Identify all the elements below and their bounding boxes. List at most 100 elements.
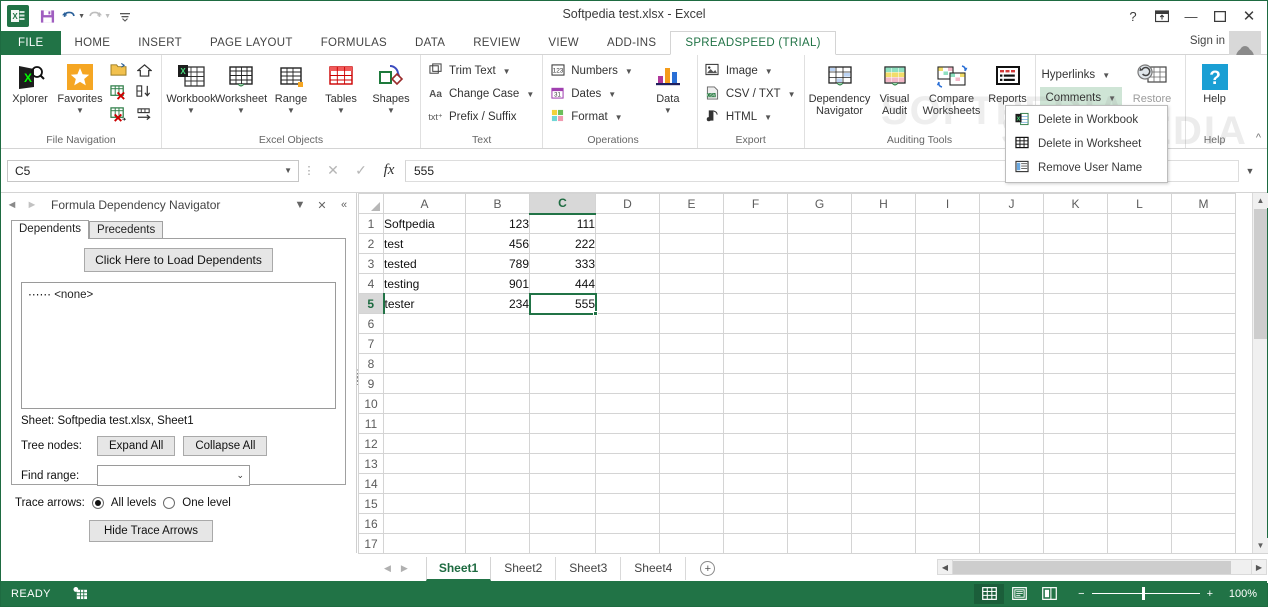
cell-K3[interactable] (1043, 253, 1108, 274)
cell-G17[interactable] (787, 533, 852, 553)
cell-G12[interactable] (787, 433, 852, 454)
cell-F15[interactable] (723, 493, 788, 514)
cell-M13[interactable] (1171, 453, 1236, 474)
cell-I7[interactable] (915, 333, 980, 354)
help-button[interactable]: ? Help (1190, 58, 1240, 108)
cell-H7[interactable] (851, 333, 916, 354)
row-header-12[interactable]: 12 (358, 433, 384, 454)
cell-E9[interactable] (659, 373, 724, 394)
favorites-button[interactable]: Favorites ▼ (55, 58, 105, 117)
tab-precedents[interactable]: Precedents (89, 221, 164, 239)
cell-L5[interactable] (1107, 293, 1172, 314)
column-header-A[interactable]: A (383, 193, 466, 214)
cell-E5[interactable] (659, 293, 724, 314)
numbers-button[interactable]: 123 Numbers ▼ (547, 60, 637, 82)
cell-D16[interactable] (595, 513, 660, 534)
cell-D11[interactable] (595, 413, 660, 434)
tab-view[interactable]: VIEW (534, 31, 593, 55)
cell-K9[interactable] (1043, 373, 1108, 394)
cell-D8[interactable] (595, 353, 660, 374)
hide-trace-arrows-button[interactable]: Hide Trace Arrows (89, 520, 213, 542)
cell-A17[interactable] (383, 533, 466, 553)
scroll-right-icon[interactable]: ▶ (1251, 559, 1267, 575)
cell-H16[interactable] (851, 513, 916, 534)
tab-review[interactable]: REVIEW (459, 31, 534, 55)
cell-H5[interactable] (851, 293, 916, 314)
change-case-caret-icon[interactable]: ▼ (526, 90, 534, 99)
dates-caret-icon[interactable]: ▼ (608, 90, 616, 99)
cell-L10[interactable] (1107, 393, 1172, 414)
cell-B4[interactable]: 901 (465, 273, 530, 294)
cell-L13[interactable] (1107, 453, 1172, 474)
workbook-button[interactable]: X Workbook ▼ (166, 58, 216, 117)
prefix-suffix-button[interactable]: txt⁺ Prefix / Suffix (425, 106, 538, 128)
next-sheet-icon[interactable]: ▶ (401, 563, 408, 574)
cell-K14[interactable] (1043, 473, 1108, 494)
cell-B10[interactable] (465, 393, 530, 414)
cell-L17[interactable] (1107, 533, 1172, 553)
cell-E1[interactable] (659, 213, 724, 234)
home-icon[interactable] (135, 63, 153, 80)
cell-L6[interactable] (1107, 313, 1172, 334)
cell-F17[interactable] (723, 533, 788, 553)
cell-L9[interactable] (1107, 373, 1172, 394)
vertical-scrollbar[interactable]: ▲ ▼ (1252, 193, 1268, 553)
name-box[interactable]: C5 ▼ (7, 159, 299, 182)
zoom-slider[interactable] (1091, 587, 1200, 600)
cell-F5[interactable] (723, 293, 788, 314)
move-down-icon[interactable] (136, 84, 152, 102)
cell-K16[interactable] (1043, 513, 1108, 534)
cell-D10[interactable] (595, 393, 660, 414)
cell-G8[interactable] (787, 353, 852, 374)
row-header-5[interactable]: 5 (358, 293, 385, 314)
load-dependents-button[interactable]: Click Here to Load Dependents (84, 248, 273, 272)
cell-L4[interactable] (1107, 273, 1172, 294)
cell-C4[interactable]: 444 (529, 273, 596, 294)
cell-G1[interactable] (787, 213, 852, 234)
cell-I4[interactable] (915, 273, 980, 294)
cell-I16[interactable] (915, 513, 980, 534)
cell-M1[interactable] (1171, 213, 1236, 234)
cell-C5[interactable]: 555 (528, 292, 598, 316)
cell-F9[interactable] (723, 373, 788, 394)
row-header-13[interactable]: 13 (358, 453, 384, 474)
row-header-9[interactable]: 9 (358, 373, 384, 394)
visual-audit-button[interactable]: Visual Audit (871, 58, 919, 119)
cell-K10[interactable] (1043, 393, 1108, 414)
cell-I6[interactable] (915, 313, 980, 334)
ribbon-display-options-icon[interactable] (1148, 5, 1176, 27)
cell-K7[interactable] (1043, 333, 1108, 354)
cell-L3[interactable] (1107, 253, 1172, 274)
cell-E2[interactable] (659, 233, 724, 254)
cell-D7[interactable] (595, 333, 660, 354)
horizontal-scroll-track[interactable] (953, 559, 1251, 575)
shapes-caret-icon[interactable]: ▼ (387, 106, 395, 115)
column-header-K[interactable]: K (1043, 193, 1108, 214)
cell-I9[interactable] (915, 373, 980, 394)
cell-M6[interactable] (1171, 313, 1236, 334)
cell-G7[interactable] (787, 333, 852, 354)
range-button[interactable]: Range ▼ (266, 58, 316, 117)
cell-H9[interactable] (851, 373, 916, 394)
cell-C15[interactable] (529, 493, 596, 514)
column-header-D[interactable]: D (595, 193, 660, 214)
row-header-4[interactable]: 4 (358, 273, 384, 294)
cell-D9[interactable] (595, 373, 660, 394)
cell-C14[interactable] (529, 473, 596, 494)
cell-F1[interactable] (723, 213, 788, 234)
cell-A6[interactable] (383, 313, 466, 334)
spreadsheet-grid[interactable]: A B C D E F G H I J K L M 1 Softpedia 123 111 2 test 456 222… (358, 193, 1267, 553)
cell-B15[interactable] (465, 493, 530, 514)
column-header-E[interactable]: E (659, 193, 724, 214)
cell-G16[interactable] (787, 513, 852, 534)
cell-F6[interactable] (723, 313, 788, 334)
cell-G13[interactable] (787, 453, 852, 474)
row-header-7[interactable]: 7 (358, 333, 384, 354)
cell-B16[interactable] (465, 513, 530, 534)
close-workbook-icon[interactable] (109, 84, 127, 103)
zoom-slider-knob[interactable] (1141, 587, 1145, 600)
find-range-combo[interactable]: ⌄ (97, 465, 250, 486)
cell-C13[interactable] (529, 453, 596, 474)
close-button[interactable]: ✕ (1235, 5, 1263, 27)
cell-B13[interactable] (465, 453, 530, 474)
